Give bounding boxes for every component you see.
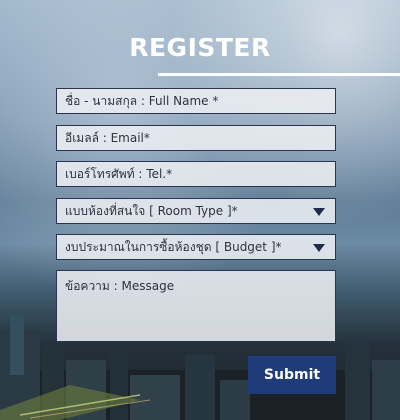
budget-selected: งบประมาณในการซื้อห้องชุด [ Budget ]* (65, 239, 282, 254)
chevron-down-icon[interactable] (313, 244, 325, 252)
email-placeholder: อีเมลล์ : Email* (65, 130, 150, 145)
full-name-placeholder: ชื่อ - นามสกุล : Full Name * (65, 93, 219, 108)
tel-placeholder: เบอร์โทรศัพท์ : Tel.* (65, 166, 173, 181)
message-textarea[interactable]: ข้อความ : Message (56, 270, 336, 342)
submit-button[interactable]: Submit (248, 356, 336, 394)
budget-select[interactable]: งบประมาณในการซื้อห้องชุด [ Budget ]* (56, 234, 336, 260)
email-input[interactable]: อีเมลล์ : Email* (56, 125, 336, 151)
full-name-input[interactable]: ชื่อ - นามสกุล : Full Name * (56, 88, 336, 114)
tel-input[interactable]: เบอร์โทรศัพท์ : Tel.* (56, 161, 336, 187)
register-title: REGISTER (129, 33, 271, 62)
title-underline (158, 73, 400, 76)
room-type-select[interactable]: แบบห้องที่สนใจ [ Room Type ]* (56, 198, 336, 224)
chevron-down-icon[interactable] (313, 208, 325, 216)
room-type-selected: แบบห้องที่สนใจ [ Room Type ]* (65, 203, 238, 218)
message-placeholder: ข้อความ : Message (65, 279, 175, 293)
